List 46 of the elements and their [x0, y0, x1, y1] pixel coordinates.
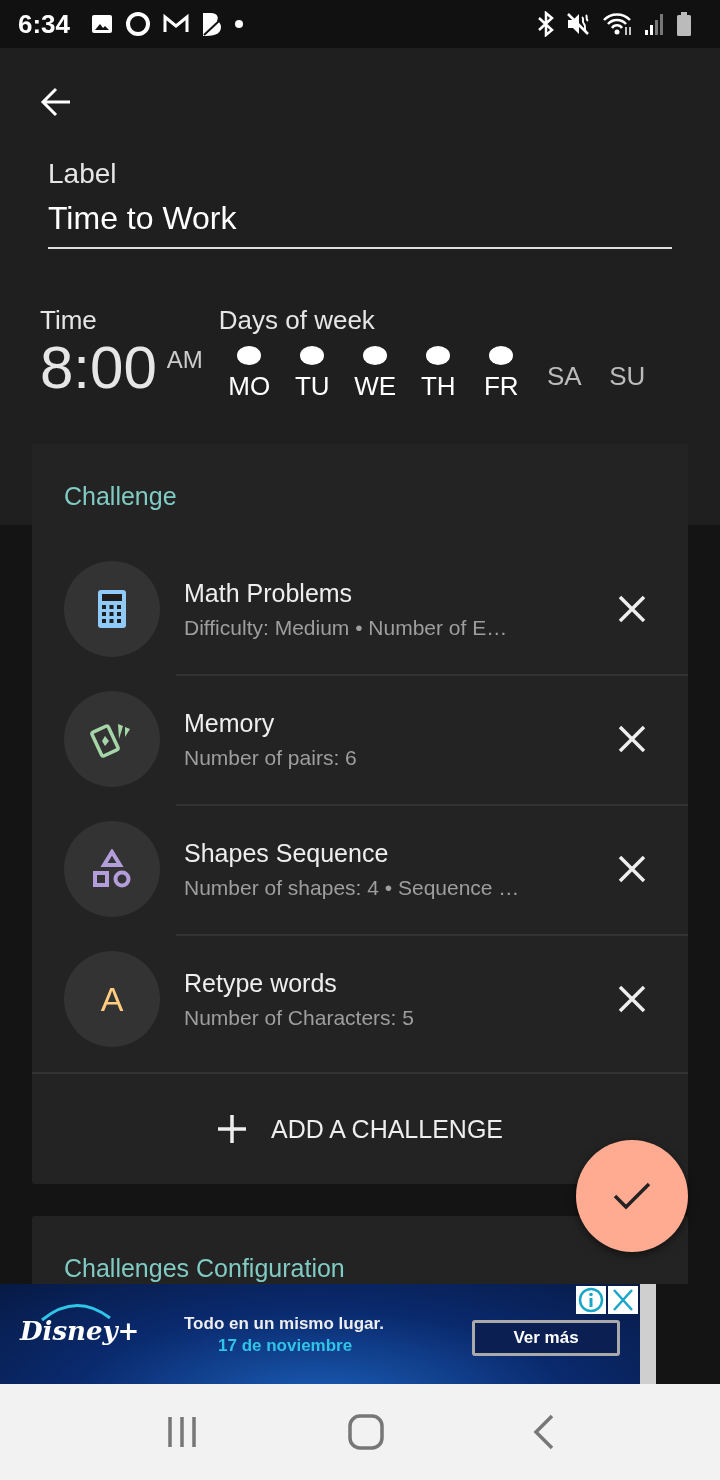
day-toggle[interactable]: FR — [468, 346, 534, 402]
wifi-icon — [602, 11, 634, 37]
days-caption: Days of week — [218, 305, 376, 336]
close-icon — [617, 724, 647, 754]
challenge-title[interactable]: Math Problems — [184, 578, 600, 608]
challenge-details: Number of shapes: 4 • Sequence … — [184, 875, 521, 900]
ad-button[interactable]: Ver más — [472, 1320, 620, 1356]
challenge-title[interactable]: Memory — [184, 708, 600, 738]
close-icon — [617, 594, 647, 624]
dot-icon — [234, 19, 245, 29]
bluetooth-icon — [536, 11, 556, 37]
signal-icon — [644, 12, 666, 36]
alarm-time[interactable]: 8:00 — [40, 336, 157, 400]
time-caption: Time — [40, 305, 98, 336]
letter-icon: A — [100, 979, 124, 1019]
day-toggle[interactable]: SA — [531, 346, 597, 402]
challenge-title[interactable]: Retype words — [184, 968, 600, 998]
period-label[interactable]: AM — [166, 346, 203, 374]
label-field[interactable]: Time to Work — [48, 194, 672, 249]
ad-date: 17 de noviembre — [218, 1336, 353, 1356]
check-icon — [612, 1181, 652, 1211]
close-icon[interactable] — [608, 1286, 638, 1314]
close-icon — [617, 854, 647, 884]
challenge-details: Number of Characters: 5 — [184, 1005, 415, 1030]
day-toggle[interactable]: SU — [594, 346, 660, 402]
ring-icon — [124, 10, 153, 38]
back-icon[interactable] — [533, 1414, 556, 1450]
mail-icon — [162, 13, 191, 35]
ad-headline: Todo en un mismo lugar. — [184, 1314, 384, 1334]
day-toggle[interactable]: TU — [279, 346, 345, 402]
home-icon[interactable] — [348, 1414, 384, 1450]
plus-icon — [217, 1114, 247, 1144]
challenge-title[interactable]: Shapes Sequence — [184, 838, 600, 868]
battery-icon — [676, 11, 692, 37]
ad-logo: Disney+ — [20, 1316, 140, 1346]
day-toggle[interactable]: MO — [216, 346, 282, 402]
info-icon[interactable] — [576, 1286, 606, 1314]
label-caption: Label — [48, 158, 118, 190]
back-arrow-icon[interactable] — [40, 86, 72, 118]
day-toggle[interactable]: WE — [342, 346, 408, 402]
clock-time: 6:34 — [18, 8, 71, 40]
day-toggle[interactable]: TH — [405, 346, 471, 402]
challenge-details: Difficulty: Medium • Number of E… — [184, 615, 509, 640]
close-icon — [617, 984, 647, 1014]
image-icon — [90, 12, 115, 36]
challenge-details: Number of pairs: 6 — [184, 745, 358, 770]
